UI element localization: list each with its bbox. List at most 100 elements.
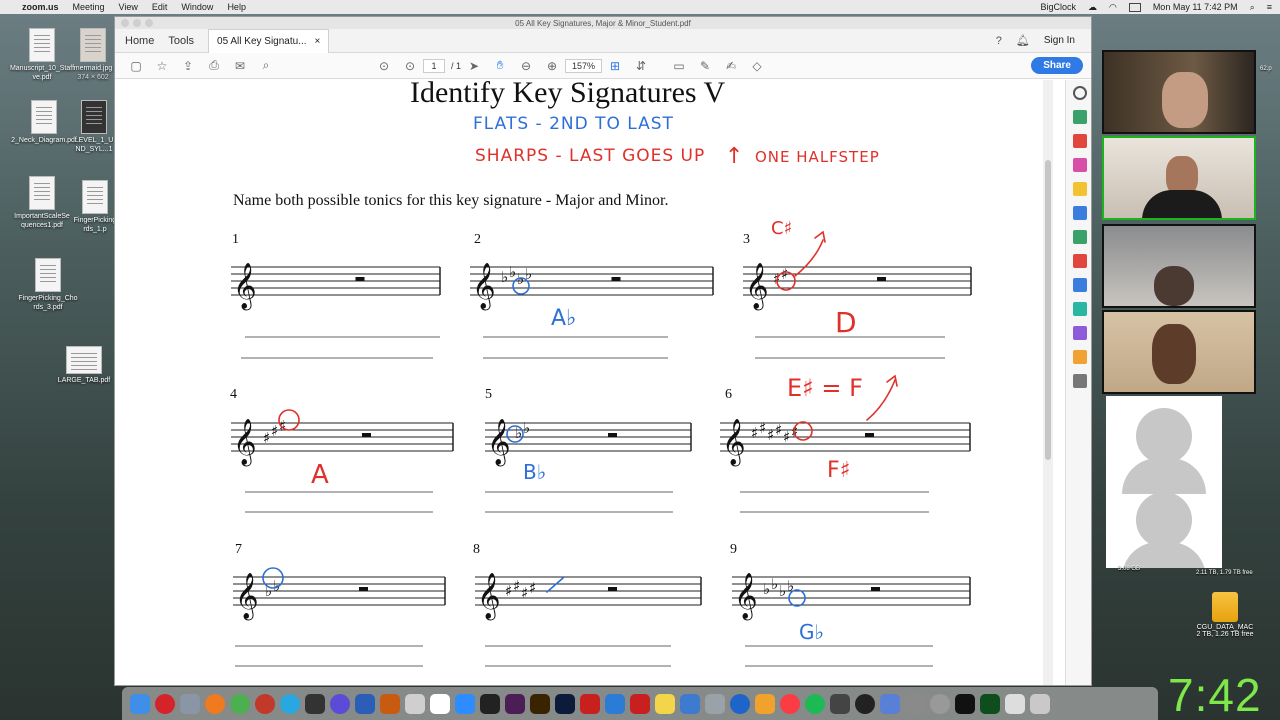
send-for-review-icon[interactable] xyxy=(1072,350,1087,364)
photoshop-icon[interactable] xyxy=(555,693,575,714)
zoom-out-icon[interactable]: ⊖ xyxy=(513,59,539,73)
indesign-icon[interactable] xyxy=(505,693,525,714)
tab-tools[interactable]: Tools xyxy=(168,35,208,47)
participant-no-video[interactable] xyxy=(1106,396,1222,568)
calendar-icon[interactable] xyxy=(430,693,450,714)
zoom-level-select[interactable]: 157% xyxy=(565,58,603,73)
combine-files-icon[interactable] xyxy=(1072,206,1087,220)
cloud-icon[interactable]: ☁ xyxy=(1088,2,1097,13)
vertical-scrollbar[interactable] xyxy=(1043,80,1053,685)
davinci-icon[interactable] xyxy=(855,693,875,714)
terminal-icon[interactable] xyxy=(955,693,975,714)
app-icon[interactable] xyxy=(905,693,925,714)
close-tab-icon[interactable]: × xyxy=(315,36,321,47)
menu-meeting[interactable]: Meeting xyxy=(73,2,105,12)
protect-icon[interactable] xyxy=(1072,278,1087,292)
tab-home[interactable]: Home xyxy=(125,35,168,47)
illustrator-icon[interactable] xyxy=(530,693,550,714)
launchpad-icon[interactable] xyxy=(180,693,200,714)
acrobat-reader-icon[interactable] xyxy=(630,693,650,714)
final-cut-icon[interactable] xyxy=(830,693,850,714)
menu-datetime[interactable]: Mon May 11 7:42 PM xyxy=(1153,2,1238,12)
app-icon[interactable] xyxy=(605,693,625,714)
desktop-file[interactable]: LARGE_TAB.pdf xyxy=(44,346,124,385)
fill-sign-icon[interactable] xyxy=(1072,254,1087,268)
bigclock-menu[interactable]: BigClock xyxy=(1040,2,1076,12)
scroll-mode-icon[interactable]: ⇵ xyxy=(628,59,654,73)
document-view[interactable]: Identify Key Signatures V Name both poss… xyxy=(115,80,1055,685)
zoom-search-icon[interactable]: ⌕ xyxy=(253,58,279,73)
sign-in-link[interactable]: Sign In xyxy=(1044,35,1075,46)
desktop-file[interactable]: FingerPicking_Cho rds_3.pdf xyxy=(8,258,88,312)
export-pdf-icon[interactable] xyxy=(1072,110,1087,124)
save-icon[interactable]: ▢ xyxy=(123,59,149,73)
print-icon[interactable]: ⎙ xyxy=(201,58,227,73)
menu-edit[interactable]: Edit xyxy=(152,2,168,12)
participant-video[interactable] xyxy=(1102,310,1256,394)
chrome-icon[interactable] xyxy=(230,693,250,714)
wifi-icon[interactable]: ◠ xyxy=(1109,2,1117,13)
vlc-icon[interactable] xyxy=(755,693,775,714)
participant-video[interactable] xyxy=(1102,50,1256,134)
app-icon[interactable] xyxy=(730,693,750,714)
control-center-icon[interactable]: ≡ xyxy=(1267,2,1272,12)
activity-monitor-icon[interactable] xyxy=(980,693,1000,714)
notes-icon[interactable] xyxy=(655,693,675,714)
email-icon[interactable]: ✉ xyxy=(227,59,253,73)
zoom-app-icon[interactable] xyxy=(455,693,475,714)
more-tools-icon[interactable] xyxy=(1072,374,1087,388)
zoom-tool-icon[interactable] xyxy=(1072,86,1087,100)
app-icon[interactable] xyxy=(680,693,700,714)
opera-icon[interactable] xyxy=(255,693,275,714)
external-drive[interactable]: CGU_DATA_MAC 2 TB, 1.26 TB free xyxy=(1180,592,1270,638)
opera-icon[interactable] xyxy=(155,693,175,714)
help-icon[interactable]: ? xyxy=(996,35,1002,47)
acrobat-icon[interactable] xyxy=(580,693,600,714)
app-icon[interactable] xyxy=(480,693,500,714)
select-tool-icon[interactable]: ➤ xyxy=(461,59,487,73)
zoom-in-icon[interactable]: ⊕ xyxy=(539,59,565,73)
safari-icon[interactable] xyxy=(280,693,300,714)
spotify-icon[interactable] xyxy=(805,693,825,714)
system-preferences-icon[interactable] xyxy=(930,693,950,714)
scrollbar-thumb[interactable] xyxy=(1045,160,1051,460)
tab-document[interactable]: 05 All Key Signatu... × xyxy=(208,28,330,53)
bell-icon[interactable]: 🔔︎ xyxy=(1016,34,1030,47)
app-icon[interactable] xyxy=(705,693,725,714)
edit-pdf-icon[interactable] xyxy=(1072,326,1087,340)
organize-pages-icon[interactable] xyxy=(1072,158,1087,172)
participant-video-active[interactable] xyxy=(1102,136,1256,220)
app-icon[interactable] xyxy=(355,693,375,714)
close-window-button[interactable] xyxy=(121,19,129,27)
share-button[interactable]: Share xyxy=(1031,57,1083,74)
upload-icon[interactable]: ⇪ xyxy=(175,59,201,73)
scan-icon[interactable] xyxy=(1072,230,1087,244)
comment-tool-icon[interactable] xyxy=(1072,182,1087,196)
menu-help[interactable]: Help xyxy=(227,2,246,12)
prev-page-icon[interactable]: ⊙ xyxy=(371,59,397,73)
create-pdf-icon[interactable] xyxy=(1072,134,1087,148)
firefox-icon[interactable] xyxy=(205,693,225,714)
pen-icon[interactable]: ✎ xyxy=(692,59,718,73)
optimize-icon[interactable] xyxy=(1072,302,1087,316)
battery-icon[interactable] xyxy=(1128,2,1141,12)
itunes-icon[interactable] xyxy=(780,693,800,714)
search-icon[interactable]: ⌕ xyxy=(1250,2,1255,13)
trash-icon[interactable] xyxy=(1030,693,1050,714)
tag-icon[interactable]: ◇ xyxy=(744,59,770,73)
menu-app-name[interactable]: zoom.us xyxy=(22,2,59,12)
fit-page-icon[interactable]: ⊞ xyxy=(602,59,628,73)
next-page-icon[interactable]: ⊙ xyxy=(397,59,423,73)
hand-tool-icon[interactable]: ✋︎ xyxy=(487,58,513,73)
participant-video[interactable] xyxy=(1102,224,1256,308)
menu-view[interactable]: View xyxy=(119,2,138,12)
zoom-window-button[interactable] xyxy=(145,19,153,27)
folder-icon[interactable] xyxy=(1005,693,1025,714)
app-icon[interactable] xyxy=(330,693,350,714)
menu-window[interactable]: Window xyxy=(181,2,213,12)
page-number-input[interactable]: 1 xyxy=(423,58,445,73)
app-icon[interactable] xyxy=(380,693,400,714)
minimize-window-button[interactable] xyxy=(133,19,141,27)
preview-icon[interactable] xyxy=(405,693,425,714)
music-app-icon[interactable] xyxy=(305,693,325,714)
